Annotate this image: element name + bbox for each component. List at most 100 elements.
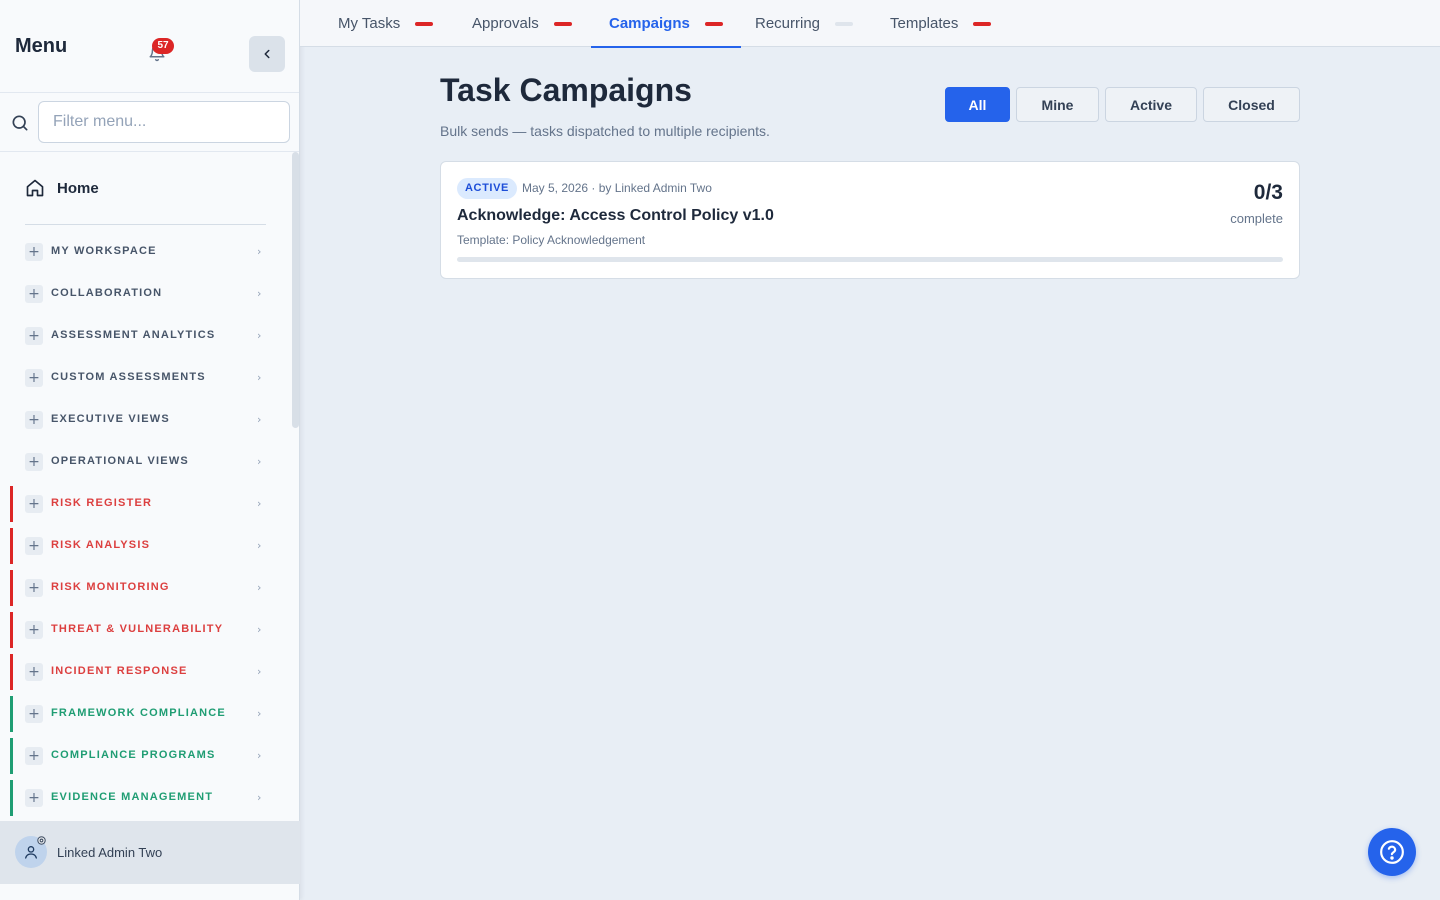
chevron-right-icon: › — [257, 455, 262, 468]
sidebar-section-collaboration[interactable]: + COLLABORATION › — [0, 273, 300, 315]
tab-label: My Tasks — [338, 15, 401, 32]
sidebar-item-home[interactable]: Home — [0, 152, 300, 224]
tab-templates[interactable]: Templates — [890, 0, 992, 47]
page-subtitle: Bulk sends — tasks dispatched to multipl… — [440, 123, 770, 139]
sidebar-section-compliance-programs[interactable]: + COMPLIANCE PROGRAMS › — [0, 735, 300, 777]
section-accent-bar — [10, 696, 13, 732]
plus-icon: + — [25, 495, 43, 513]
sidebar-section-executive-views[interactable]: + EXECUTIVE VIEWS › — [0, 399, 300, 441]
sidebar-section-evidence-management[interactable]: + EVIDENCE MANAGEMENT › — [0, 777, 300, 819]
plus-icon: + — [25, 411, 43, 429]
user-name: Linked Admin Two — [57, 845, 163, 860]
section-label: FRAMEWORK COMPLIANCE — [51, 707, 226, 719]
completion-label: complete — [1230, 211, 1283, 226]
campaign-meta: May 5, 2026 · by Linked Admin Two — [522, 181, 712, 195]
section-label: OPERATIONAL VIEWS — [51, 455, 189, 467]
tab-recurring[interactable]: Recurring — [755, 0, 854, 47]
section-accent-bar — [10, 612, 13, 648]
progress-bar — [457, 257, 1283, 262]
section-label: RISK MONITORING — [51, 581, 170, 593]
sidebar-section-framework-compliance[interactable]: + FRAMEWORK COMPLIANCE › — [0, 693, 300, 735]
campaign-template: Template: Policy Acknowledgement — [457, 233, 646, 247]
sidebar-section-risk-analysis[interactable]: + RISK ANALYSIS › — [0, 525, 300, 567]
chevron-right-icon: › — [257, 665, 262, 678]
chevron-right-icon: › — [257, 497, 262, 510]
section-label: EXECUTIVE VIEWS — [51, 413, 170, 425]
chevron-left-icon — [264, 49, 270, 59]
chevron-right-icon: › — [257, 623, 262, 636]
section-label: ASSESSMENT ANALYTICS — [51, 329, 216, 341]
sidebar-nav: Home + MY WORKSPACE › + COLLABORATION › + ASSES… — [0, 152, 300, 821]
section-label: INCIDENT RESPONSE — [51, 665, 188, 677]
tab-label: Templates — [890, 15, 959, 32]
sidebar-section-risk-register[interactable]: + RISK REGISTER › — [0, 483, 300, 525]
plus-icon: + — [25, 621, 43, 639]
tab-indicator — [553, 21, 572, 26]
section-label: COMPLIANCE PROGRAMS — [51, 749, 216, 761]
help-icon — [1380, 840, 1404, 864]
sidebar-section-assessment-analytics[interactable]: + ASSESSMENT ANALYTICS › — [0, 315, 300, 357]
chevron-right-icon: › — [257, 707, 262, 720]
sidebar-section-risk-monitoring[interactable]: + RISK MONITORING › — [0, 567, 300, 609]
sidebar-section-threat-and-vulnerability[interactable]: + THREAT & VULNERABILITY › — [0, 609, 300, 651]
chevron-right-icon: › — [257, 749, 262, 762]
filter-all-button[interactable]: All — [945, 87, 1010, 122]
help-button[interactable] — [1368, 828, 1416, 876]
section-label: CUSTOM ASSESSMENTS — [51, 371, 206, 383]
tab-my-tasks[interactable]: My Tasks — [338, 0, 434, 47]
filter-label: All — [968, 96, 987, 113]
filter-active-button[interactable]: Active — [1105, 87, 1197, 122]
sidebar-section-custom-assessments[interactable]: + CUSTOM ASSESSMENTS › — [0, 357, 300, 399]
gear-icon — [37, 836, 46, 845]
plus-icon: + — [25, 285, 43, 303]
sidebar-section-my-workspace[interactable]: + MY WORKSPACE › — [0, 231, 300, 273]
section-accent-bar — [10, 738, 13, 774]
chevron-right-icon: › — [257, 245, 262, 258]
sidebar-section-operational-views[interactable]: + OPERATIONAL VIEWS › — [0, 441, 300, 483]
page-title: Task Campaigns — [440, 72, 692, 108]
section-label: THREAT & VULNERABILITY — [51, 623, 224, 635]
chevron-right-icon: › — [257, 413, 262, 426]
chevron-right-icon: › — [257, 791, 262, 804]
section-label: RISK ANALYSIS — [51, 539, 151, 551]
plus-icon: + — [25, 579, 43, 597]
plus-icon: + — [25, 369, 43, 387]
top-tabs: My Tasks Approvals Campaigns Recurring T… — [300, 0, 1440, 48]
filter-label: Mine — [1041, 96, 1074, 113]
notification-badge: 57 — [152, 38, 174, 54]
chevron-right-icon: › — [257, 371, 262, 384]
filter-menu-input[interactable] — [38, 101, 290, 143]
sidebar-search — [0, 93, 299, 152]
tab-label: Campaigns — [609, 15, 690, 32]
plus-icon: + — [25, 663, 43, 681]
sidebar-item-home-label: Home — [57, 179, 99, 197]
chevron-right-icon: › — [257, 539, 262, 552]
tab-campaigns[interactable]: Campaigns — [591, 0, 741, 48]
home-icon — [26, 179, 44, 197]
filter-mine-button[interactable]: Mine — [1016, 87, 1099, 122]
sidebar-sections: + MY WORKSPACE › + COLLABORATION › + ASSESSMENT… — [0, 225, 300, 819]
tab-indicator — [415, 21, 434, 26]
sidebar-section-incident-response[interactable]: + INCIDENT RESPONSE › — [0, 651, 300, 693]
section-accent-bar — [10, 486, 13, 522]
collapse-sidebar-button[interactable] — [249, 36, 285, 72]
sidebar-footer[interactable]: Linked Admin Two — [0, 821, 300, 884]
tab-approvals[interactable]: Approvals — [472, 0, 572, 47]
plus-icon: + — [25, 705, 43, 723]
filter-label: Active — [1129, 96, 1173, 113]
sidebar-scrollbar[interactable] — [292, 152, 299, 428]
status-badge: ACTIVE — [457, 178, 517, 199]
filter-closed-button[interactable]: Closed — [1203, 87, 1300, 122]
plus-icon: + — [25, 789, 43, 807]
tab-label: Recurring — [755, 15, 821, 32]
active-tab-underline — [591, 46, 741, 48]
search-icon — [12, 115, 28, 131]
section-label: MY WORKSPACE — [51, 245, 157, 257]
chevron-right-icon: › — [257, 329, 262, 342]
section-accent-bar — [10, 570, 13, 606]
sidebar-header: Menu 57 — [0, 0, 299, 93]
chevron-right-icon: › — [257, 287, 262, 300]
section-label: EVIDENCE MANAGEMENT — [51, 791, 214, 803]
campaign-card[interactable]: ACTIVE May 5, 2026 · by Linked Admin Two… — [440, 161, 1300, 279]
section-label: RISK REGISTER — [51, 497, 153, 509]
